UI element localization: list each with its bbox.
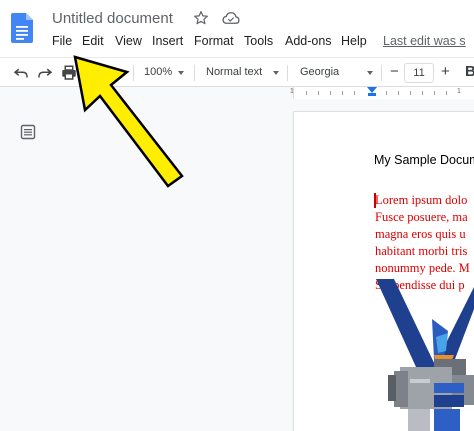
- toolbar-separator: [287, 65, 288, 81]
- ruler-tick: [342, 91, 343, 95]
- undo-icon[interactable]: [12, 64, 30, 82]
- ruler-tick: [398, 91, 399, 95]
- document-heading[interactable]: My Sample Docum: [374, 153, 474, 167]
- robot-image[interactable]: [374, 279, 474, 431]
- menu-view[interactable]: View: [115, 34, 142, 48]
- menu-tools[interactable]: Tools: [244, 34, 273, 48]
- ruler-tick: [434, 91, 435, 95]
- ruler-tick: [422, 91, 423, 95]
- ruler-tick: [330, 91, 331, 95]
- menu-add-ons[interactable]: Add-ons: [285, 34, 332, 48]
- ruler-tick: [386, 91, 387, 95]
- toolbar-separator: [194, 65, 195, 81]
- ruler-tick: [306, 91, 307, 95]
- ruler-number: 1: [457, 88, 461, 95]
- document-page[interactable]: My Sample Docum Lorem ipsum dolo Fusce p…: [294, 112, 474, 431]
- body-text-line[interactable]: Fusce posuere, ma: [375, 210, 468, 225]
- ruler-tick: [318, 91, 319, 95]
- ruler-tick: [410, 91, 411, 95]
- document-outline-icon[interactable]: [20, 124, 36, 140]
- paragraph-style-select[interactable]: Normal text: [206, 66, 262, 78]
- redo-icon[interactable]: [36, 64, 54, 82]
- star-icon[interactable]: [193, 10, 209, 26]
- menu-help[interactable]: Help: [341, 34, 367, 48]
- zoom-select[interactable]: 100%: [144, 66, 172, 78]
- body-text-line[interactable]: nonummy pede. M: [375, 261, 470, 276]
- left-indent-marker[interactable]: [368, 93, 376, 96]
- menu-file[interactable]: File: [52, 34, 72, 48]
- toolbar-separator: [381, 65, 382, 81]
- last-edit-link[interactable]: Last edit was s: [383, 34, 466, 48]
- body-text-line[interactable]: magna eros quis u: [375, 227, 466, 242]
- font-family-select[interactable]: Georgia: [300, 66, 339, 78]
- toolbar: 100% Normal text Georgia − 11 + B: [0, 57, 474, 87]
- menu-insert[interactable]: Insert: [152, 34, 183, 48]
- ruler-tick: [446, 91, 447, 95]
- font-size-input[interactable]: 11: [404, 63, 434, 83]
- document-title[interactable]: Untitled document: [52, 10, 173, 27]
- ruler: 1 1: [0, 87, 474, 99]
- bold-button[interactable]: B: [465, 63, 474, 81]
- menu-edit[interactable]: Edit: [82, 34, 104, 48]
- increase-font-size-button[interactable]: +: [441, 63, 450, 81]
- body-text-line[interactable]: Lorem ipsum dolo: [375, 193, 467, 208]
- ruler-tick: [354, 91, 355, 95]
- menu-format[interactable]: Format: [194, 34, 234, 48]
- chevron-down-icon[interactable]: [273, 71, 279, 75]
- chevron-down-icon[interactable]: [367, 71, 373, 75]
- cloud-done-icon[interactable]: [222, 10, 240, 26]
- docs-logo-icon[interactable]: [11, 13, 33, 43]
- print-icon[interactable]: [60, 64, 78, 82]
- decrease-font-size-button[interactable]: −: [390, 63, 399, 81]
- body-text-line[interactable]: habitant morbi tris: [375, 244, 467, 259]
- toolbar-separator: [133, 65, 134, 81]
- chevron-down-icon[interactable]: [178, 71, 184, 75]
- ruler-page-area: 1: [293, 87, 474, 99]
